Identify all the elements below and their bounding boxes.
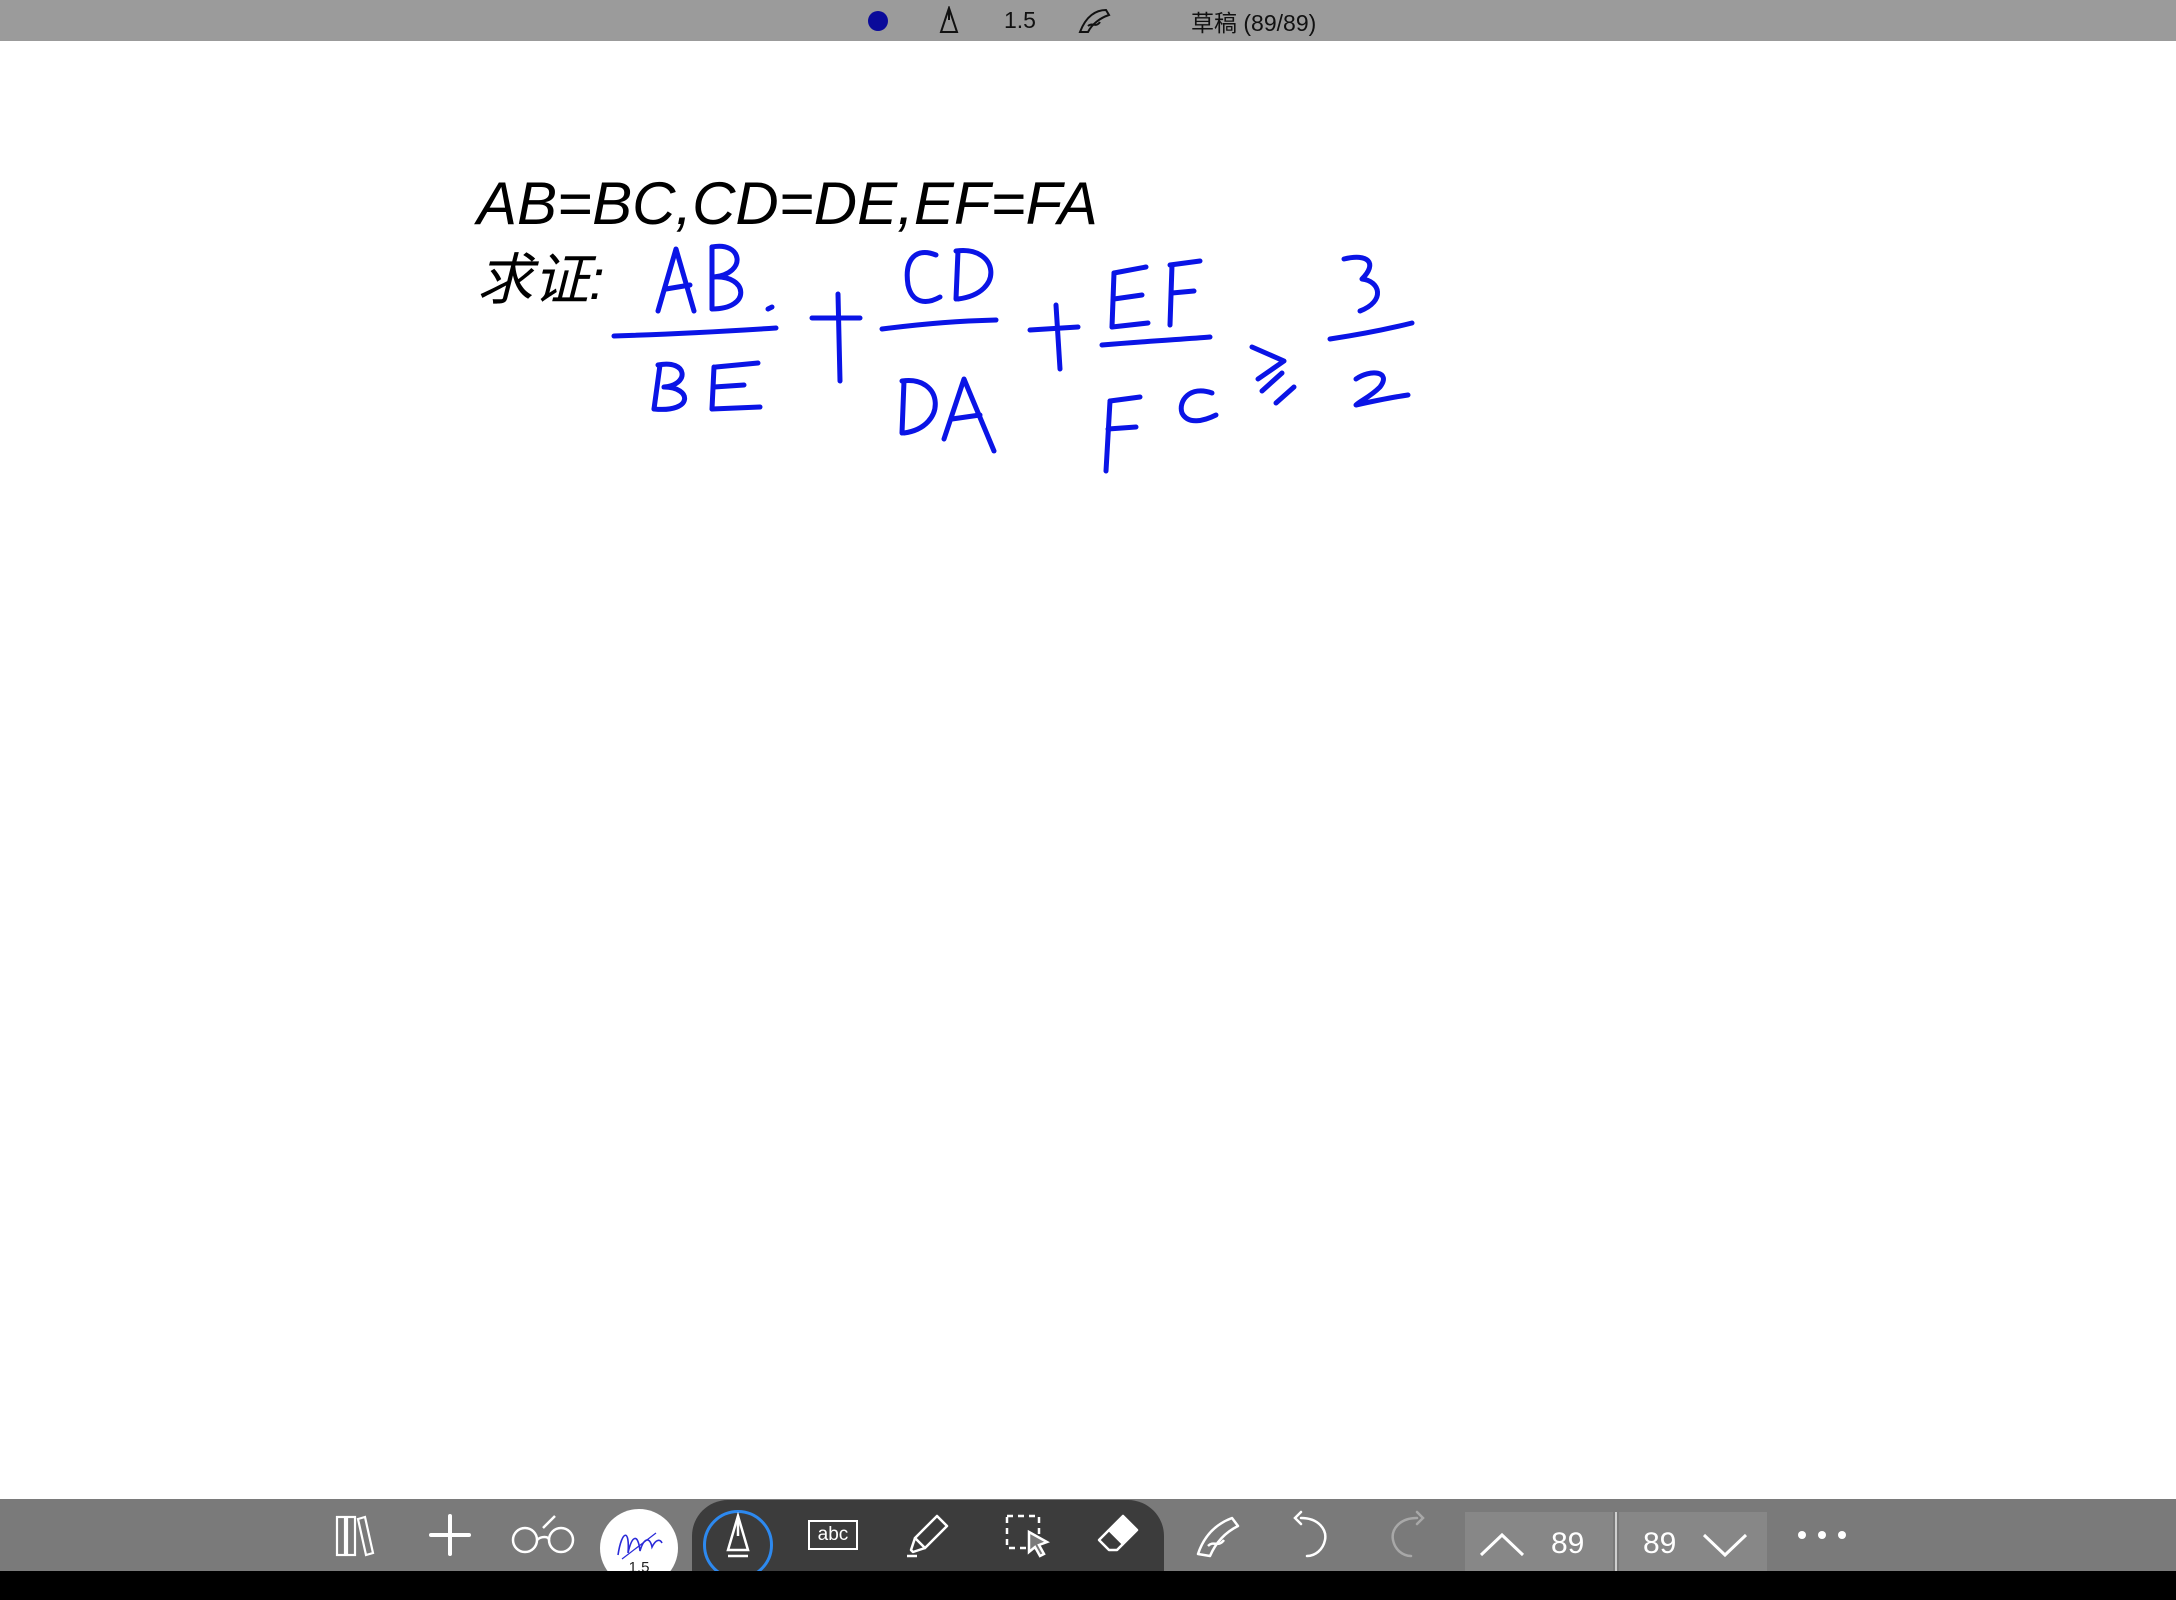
plus-icon[interactable] [420,1499,480,1571]
pen-nib-icon[interactable] [938,0,960,41]
note-canvas[interactable]: AB=BC,CD=DE,EF=FA 求证: [0,41,2176,1499]
total-page-number: 89 [1643,1527,1677,1560]
text-tool-label: abc [808,1520,858,1550]
lasso-select-icon[interactable] [995,1499,1061,1571]
pen-color-indicator[interactable] [868,0,888,41]
handwritten-ink [611,243,1415,474]
text-tool-button[interactable]: abc [800,1499,866,1571]
chevron-up-icon [1479,1532,1525,1557]
color-dot-icon [868,10,888,31]
top-status-bar: 1.5 草稿 (89/89) [0,0,2176,41]
hand-pen-icon[interactable] [1076,0,1112,41]
pen-nib-icon [703,1499,773,1571]
undo-icon[interactable] [1277,1499,1343,1571]
highlighter-icon[interactable] [895,1499,961,1571]
redo-icon[interactable] [1375,1499,1441,1571]
bottom-edge [0,1571,2176,1600]
page-divider [1615,1512,1617,1572]
page-down-button[interactable]: 89 [1619,1512,1767,1576]
chevron-down-icon [1703,1533,1748,1558]
eraser-icon[interactable] [1085,1499,1151,1571]
current-page-number: 89 [1551,1527,1585,1560]
hand-pen-icon[interactable] [1184,1499,1250,1571]
pen-size-value: 1.5 [1004,7,1036,33]
glasses-icon[interactable] [505,1499,585,1571]
library-icon[interactable] [325,1499,385,1571]
document-title: 草稿 (89/89) [1191,9,1317,36]
more-icon[interactable] [1790,1499,1854,1571]
page-up-button[interactable]: 89 [1465,1512,1613,1576]
pen-size-label[interactable]: 1.5 [1004,0,1036,41]
